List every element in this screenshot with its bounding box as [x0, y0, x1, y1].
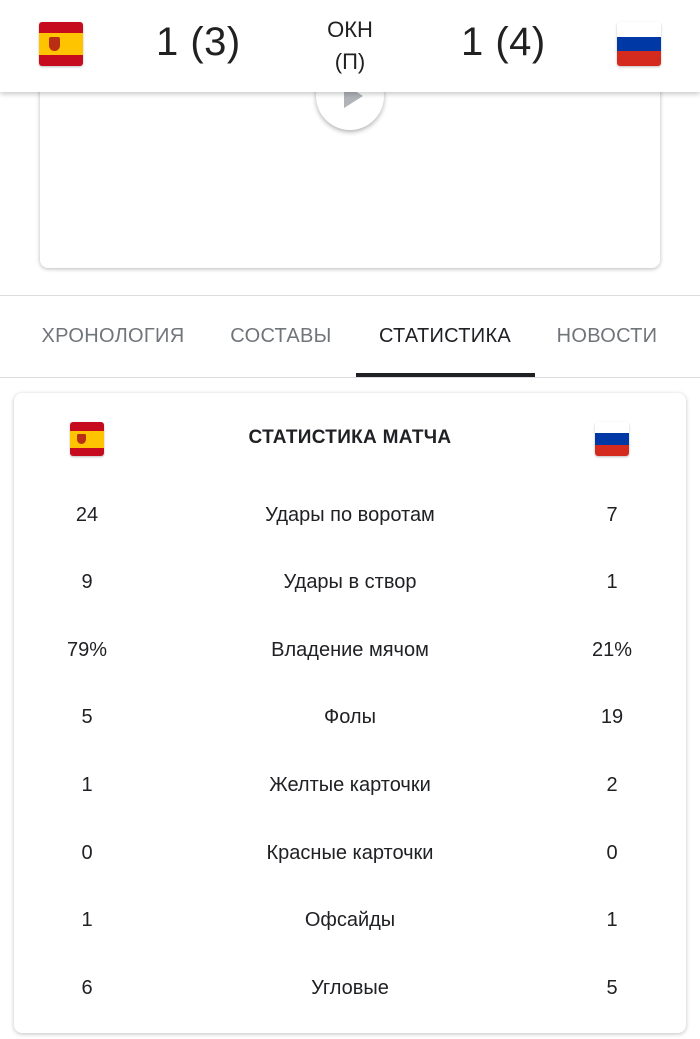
- tab-statistics[interactable]: СТАТИСТИКА: [356, 296, 534, 378]
- tabs-divider-bottom: [0, 377, 700, 378]
- tab-timeline[interactable]: ХРОНОЛОГИЯ: [30, 296, 196, 378]
- score-header: 1 (3) ОКН (П) 1 (4): [0, 0, 700, 92]
- stat-away-value: 1: [606, 571, 618, 593]
- stat-away-value: 2: [606, 774, 618, 796]
- stat-away-value: 0: [606, 842, 618, 864]
- stat-away-value: 7: [606, 504, 618, 526]
- match-status-line1: ОКН: [327, 17, 373, 42]
- stat-away-value: 21%: [591, 639, 633, 661]
- match-stats-card: СТАТИСТИКА МАТЧА 24 Удары по воротам 7 9…: [14, 393, 686, 1033]
- stat-label: Угловые: [311, 977, 389, 999]
- stat-away-value: 5: [606, 977, 618, 999]
- stat-away-value: 1: [606, 909, 618, 931]
- match-page: 1 (3) ОКН (П) 1 (4) ХРОНОЛОГИЯ СОСТАВЫ С…: [0, 0, 700, 1039]
- stat-home-value: 1: [81, 909, 93, 931]
- stat-label: Желтые карточки: [269, 774, 431, 796]
- stat-away-value: 19: [600, 706, 624, 728]
- match-status-line2: (П): [334, 49, 366, 74]
- stat-label: Офсайды: [304, 909, 396, 931]
- stat-home-value: 0: [81, 842, 93, 864]
- spain-flag-icon[interactable]: [39, 22, 83, 66]
- stat-home-value: 1: [81, 774, 93, 796]
- stat-label: Красные карточки: [266, 842, 434, 864]
- stat-home-value: 9: [81, 571, 93, 593]
- away-score: 1 (4): [461, 20, 546, 64]
- spain-flag-icon: [70, 422, 104, 456]
- russia-flag-icon[interactable]: [617, 22, 661, 66]
- stat-home-value: 5: [81, 706, 93, 728]
- stat-row-offsides: 1 Офсайды 1: [14, 900, 686, 940]
- stat-home-value: 6: [81, 977, 93, 999]
- stat-label: Удары в створ: [283, 571, 417, 593]
- tab-lineups[interactable]: СОСТАВЫ: [218, 296, 344, 378]
- stat-label: Удары по воротам: [265, 504, 435, 526]
- home-score: 1 (3): [156, 20, 241, 64]
- stats-title: СТАТИСТИКА МАТЧА: [248, 427, 452, 448]
- stat-label: Владение мячом: [271, 639, 429, 661]
- stat-row-shots-on-target: 9 Удары в створ 1: [14, 562, 686, 602]
- match-status: ОКН (П): [300, 14, 400, 78]
- stat-row-corners: 6 Угловые 5: [14, 968, 686, 1008]
- stat-row-red-cards: 0 Красные карточки 0: [14, 833, 686, 873]
- stat-row-yellow-cards: 1 Желтые карточки 2: [14, 765, 686, 805]
- stat-label: Фолы: [324, 706, 376, 728]
- stat-row-fouls: 5 Фолы 19: [14, 697, 686, 737]
- tab-news[interactable]: НОВОСТИ: [548, 296, 666, 378]
- russia-flag-icon: [595, 422, 629, 456]
- stat-home-value: 79%: [66, 639, 108, 661]
- stat-row-possession: 79% Владение мячом 21%: [14, 630, 686, 670]
- stat-row-shots: 24 Удары по воротам 7: [14, 495, 686, 535]
- tab-bar: ХРОНОЛОГИЯ СОСТАВЫ СТАТИСТИКА НОВОСТИ: [0, 296, 700, 378]
- stat-home-value: 24: [75, 504, 99, 526]
